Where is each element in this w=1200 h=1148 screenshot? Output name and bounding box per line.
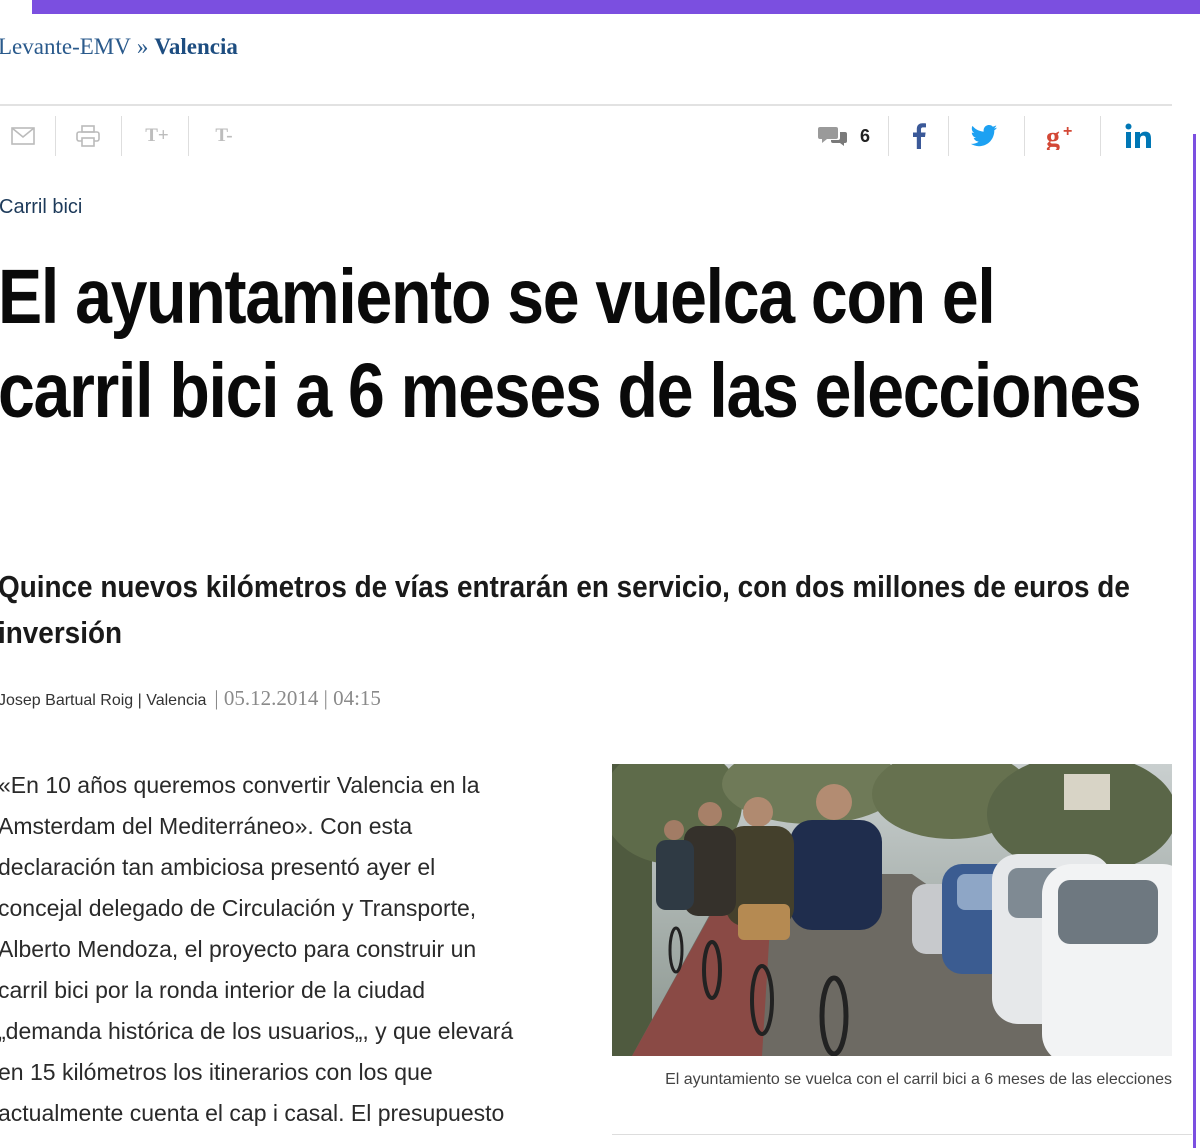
toolbar-divider [121,116,122,156]
comments-icon [817,127,847,146]
article-toolbar: T+ T- 6 g + [0,114,1172,158]
body-line: Amsterdam del Mediterráneo». Con esta [0,813,413,839]
body-line: Alberto Mendoza, el proyecto para constr… [0,936,477,962]
caption-bottom-rule [612,1134,1192,1135]
comment-count: 6 [859,125,870,146]
toolbar-divider [1024,116,1025,156]
body-line: carril bici por la ronda interior de la … [0,977,425,1003]
page-right-rule [1193,134,1196,1148]
breadcrumb-site-link[interactable]: Levante-EMV [0,34,131,59]
toolbar-divider [1100,116,1101,156]
article-kicker[interactable]: Carril bici [0,196,82,219]
facebook-icon [913,123,926,149]
twitter-share-button[interactable] [960,114,1008,158]
photo-caption: El ayuntamiento se vuelca con el carril … [665,1071,1172,1088]
publish-date: | 05.12.2014 | 04:15 [214,686,381,710]
article-photo[interactable] [612,764,1172,1056]
article-page: Levante-EMV» Valencia T+ T- 6 g + Carril… [0,0,1200,1148]
text-increase-button[interactable]: T+ [138,114,176,158]
svg-text:g: g [1046,122,1060,150]
toolbar-divider [55,116,56,156]
text-decrease-button[interactable]: T- [205,114,243,158]
twitter-icon [970,125,997,147]
email-button[interactable] [4,114,42,158]
toolbar-divider [188,116,189,156]
article-byline: Josep Bartual Roig | Valencia | 05.12.201… [0,686,381,711]
linkedin-icon [1125,123,1151,148]
comments-button[interactable]: 6 [814,114,874,158]
article-subheadline: Quince nuevos kilómetros de vías entrará… [0,569,1130,650]
cyclists-photo-illustration [612,764,1172,1056]
email-icon [11,127,35,145]
body-line: actualmente cuenta el cap i casal. El pr… [0,1100,505,1126]
body-line: „demanda histórica de los usuarios„, y q… [0,1018,514,1044]
article-headline: El ayuntamiento se vuelca con el carril … [0,254,1142,434]
print-icon [76,125,100,147]
body-line: concejal delegado de Circulación y Trans… [0,895,477,921]
toolbar-top-rule [0,104,1172,106]
toolbar-divider [948,116,949,156]
author-location: Josep Bartual Roig | Valencia [0,692,207,709]
google-plus-share-button[interactable]: g + [1036,114,1090,158]
google-plus-icon: g + [1046,122,1072,150]
top-accent-bar [32,0,1200,14]
toolbar-divider [888,116,889,156]
breadcrumb: Levante-EMV» Valencia [0,34,238,60]
breadcrumb-section-link[interactable]: Valencia [154,34,238,59]
breadcrumb-separator: » [136,34,149,59]
linkedin-share-button[interactable] [1114,114,1166,158]
article-body: «En 10 años queremos convertir Valencia … [0,765,588,1134]
facebook-share-button[interactable] [898,114,940,158]
body-line: en 15 kilómetros los itinerarios con los… [0,1059,433,1085]
svg-text:+: + [1063,123,1072,140]
body-line: declaración tan ambiciosa presentó ayer … [0,854,436,880]
body-line: «En 10 años queremos convertir Valencia … [0,772,480,798]
print-button[interactable] [68,114,108,158]
